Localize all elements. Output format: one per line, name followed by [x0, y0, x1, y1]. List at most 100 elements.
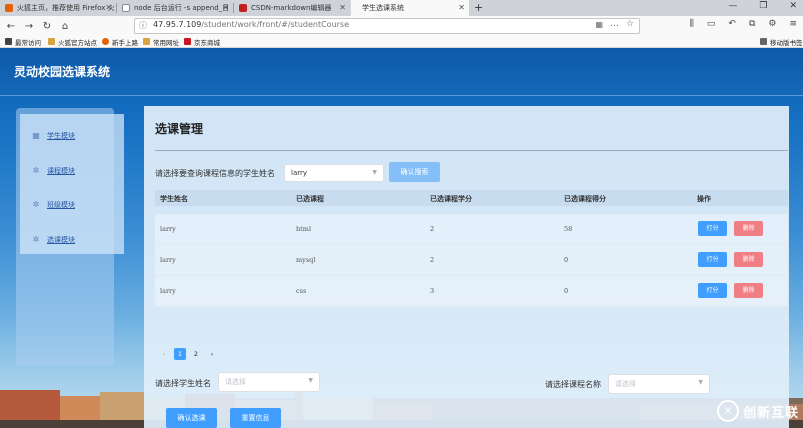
tab-label: 火狐主页，推荐使用 Firefox 火 [17, 4, 115, 12]
address-bar[interactable]: ⓘ 47.95.7.109/student/work/front/#/stude… [134, 18, 640, 34]
prev-page-button[interactable]: ‹ [158, 348, 170, 360]
reload-icon[interactable]: ↻ [40, 21, 54, 32]
delete-button[interactable]: 删除 [734, 283, 763, 298]
reset-button[interactable]: 重置信息 [230, 408, 281, 428]
sidebar-menu: ▦ 学生模块 ✲ 课程模块 ✲ 班级模块 ✲ 选课模块 [20, 114, 124, 254]
main-panel: 选课管理 请选择要查询课程信息的学生姓名 larry ▼ 确认搜索 学生姓名 已… [144, 106, 789, 428]
page-number-button[interactable]: 1 [174, 348, 186, 360]
folder-icon [143, 38, 150, 45]
grade-button[interactable]: 打分 [698, 283, 727, 298]
forward-icon[interactable]: → [22, 21, 36, 32]
close-icon[interactable]: ✕ [105, 3, 112, 12]
table-row: larry mysql 2 0 打分 删除 [155, 245, 788, 276]
sidebar-item-classes[interactable]: ✲ 班级模块 [32, 200, 75, 210]
select-placeholder: 请选择 [225, 378, 246, 386]
column-header: 学生姓名 [160, 195, 188, 203]
csdn-icon [239, 4, 247, 12]
page-number-button[interactable]: 2 [190, 348, 202, 360]
app-page: 灵动校园选课系统 ▦ 学生模块 ✲ 课程模块 ✲ 班级模块 ✲ 选课模块 选课管… [0, 48, 803, 428]
browser-tab-3[interactable]: CSDN-markdown编辑器 ✕ [234, 0, 350, 16]
column-header: 已选课程 [296, 195, 324, 203]
menu-icon[interactable]: ≡ [789, 19, 797, 29]
cell-student-name: larry [160, 225, 176, 233]
window-controls: — ❐ ✕ [728, 1, 797, 11]
qr-code-icon[interactable]: ▦ [595, 20, 603, 29]
watermark-logo-icon: ✕ [716, 400, 739, 422]
library-icon[interactable]: ⫼ [690, 19, 694, 29]
student-select-label: 请选择学生姓名 [155, 379, 211, 388]
tab-label: node 后台运行 -s append_日 [134, 4, 230, 12]
sidebar-item-label: 学生模块 [47, 132, 75, 140]
back-icon[interactable]: ← [4, 21, 18, 32]
course-table: 学生姓名 已选课程 已选课程学分 已选课程得分 操作 larry html 2 … [155, 190, 788, 360]
page-icon [122, 4, 130, 12]
firefox-icon [102, 38, 109, 45]
cell-credit: 2 [430, 256, 435, 264]
cell-score: 0 [564, 287, 569, 295]
sidebar-item-label: 课程模块 [47, 167, 75, 175]
jd-icon [184, 38, 191, 45]
home-icon[interactable]: ⌂ [58, 21, 72, 32]
student-search-select[interactable]: larry ▼ [284, 164, 384, 182]
cell-score: 0 [564, 256, 569, 264]
chevron-down-icon: ▼ [698, 379, 703, 386]
watermark-text: 创新互联 [742, 405, 799, 421]
minimize-icon[interactable]: — [728, 1, 737, 11]
info-icon[interactable]: ⓘ [139, 20, 147, 31]
cell-student-name: larry [160, 256, 176, 264]
browser-toolbar: ⫼ ▭ ↶ ⧉ ⚙ ≡ [690, 19, 797, 29]
close-icon[interactable]: ✕ [222, 3, 229, 12]
bookmark-item[interactable]: 京东商城 [184, 36, 220, 47]
mobile-bookmarks[interactable]: 移动版书签 [760, 36, 803, 47]
browser-tab-active[interactable]: 学生选课系统 ✕ [351, 0, 469, 16]
title-divider [155, 150, 788, 151]
tab-label: 学生选课系统 [362, 4, 404, 12]
watermark: ✕ 创新互联 [716, 400, 799, 422]
maximize-icon[interactable]: ❐ [759, 1, 767, 11]
delete-button[interactable]: 删除 [734, 221, 763, 236]
cell-course: mysql [296, 256, 316, 264]
student-select[interactable]: 请选择 ▼ [218, 372, 320, 392]
gear-icon: ✲ [32, 200, 40, 209]
delete-button[interactable]: 删除 [734, 252, 763, 267]
next-page-button[interactable]: › [206, 348, 218, 360]
bookmark-item[interactable]: 新手上路 [102, 36, 138, 47]
gear-icon: ✲ [32, 166, 40, 175]
undo-icon[interactable]: ↶ [728, 19, 736, 29]
more-icon[interactable]: … [610, 19, 619, 29]
cell-student-name: larry [160, 287, 176, 295]
sidebar-item-courses[interactable]: ✲ 课程模块 [32, 166, 75, 176]
screenshot-icon[interactable]: ⧉ [749, 19, 755, 29]
bookmark-item[interactable]: 最常访问 [5, 36, 41, 47]
gear-icon [5, 38, 12, 45]
extension-icon[interactable]: ⚙ [768, 19, 776, 29]
bookmark-item[interactable]: 火狐官方站点 [48, 36, 97, 47]
browser-tab-bar: 火狐主页，推荐使用 Firefox 火 ✕ node 后台运行 -s appen… [0, 0, 803, 16]
confirm-selection-button[interactable]: 确认选课 [166, 408, 217, 428]
cell-course: html [296, 225, 312, 233]
close-icon[interactable]: ✕ [339, 3, 346, 12]
grade-button[interactable]: 打分 [698, 221, 727, 236]
browser-tab-1[interactable]: 火狐主页，推荐使用 Firefox 火 ✕ [0, 0, 116, 16]
sidebar-item-selection[interactable]: ✲ 选课模块 [32, 235, 75, 245]
course-select-label: 请选择课程名称 [545, 380, 601, 389]
new-tab-icon[interactable]: + [474, 1, 483, 14]
table-row: larry html 2 58 打分 删除 [155, 214, 788, 245]
bookmark-item[interactable]: 常用网址 [143, 36, 179, 47]
grade-button[interactable]: 打分 [698, 252, 727, 267]
sidebar-item-students[interactable]: ▦ 学生模块 [32, 131, 75, 141]
close-window-icon[interactable]: ✕ [789, 1, 797, 11]
sidebar-item-label: 班级模块 [47, 201, 75, 209]
bookmark-star-icon[interactable]: ☆ [626, 19, 634, 29]
column-header: 操作 [697, 195, 711, 203]
cell-credit: 2 [430, 225, 435, 233]
column-header: 已选课程得分 [564, 195, 606, 203]
browser-tab-2[interactable]: node 后台运行 -s append_日 ✕ [117, 0, 233, 16]
select-value: larry [291, 169, 308, 177]
course-select[interactable]: 请选择 ▼ [608, 374, 710, 394]
close-icon[interactable]: ✕ [458, 3, 465, 12]
search-button[interactable]: 确认搜索 [389, 162, 440, 182]
app-header: 灵动校园选课系统 [0, 48, 803, 96]
cell-score: 58 [564, 225, 573, 233]
sidebar-icon[interactable]: ▭ [707, 19, 716, 29]
